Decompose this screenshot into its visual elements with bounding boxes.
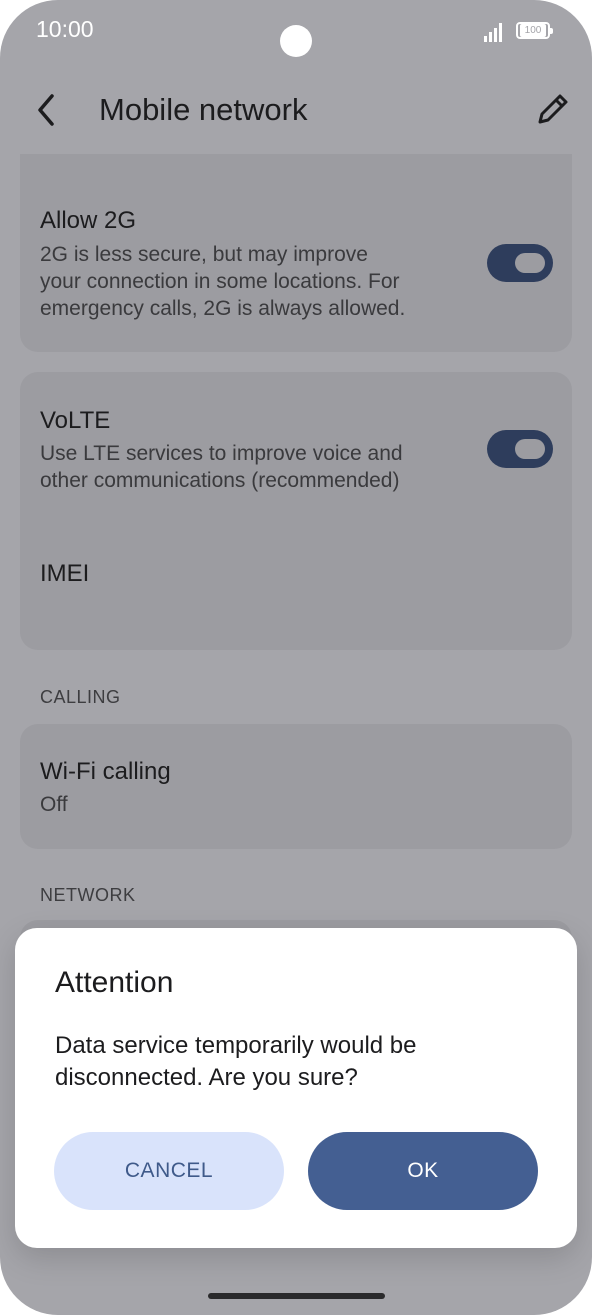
imei-item[interactable]: IMEI — [40, 559, 89, 589]
home-indicator[interactable] — [208, 1293, 385, 1299]
cancel-button[interactable]: CANCEL — [54, 1132, 284, 1210]
battery-level: 100 — [520, 24, 546, 37]
front-camera — [280, 25, 312, 57]
edit-pencil-icon[interactable] — [532, 90, 572, 130]
app-bar: Mobile network — [0, 70, 592, 150]
allow-2g-toggle[interactable] — [487, 244, 553, 282]
calling-section-header: CALLING — [40, 687, 121, 707]
status-time: 10:00 — [36, 16, 94, 42]
dialog-message-line: disconnected. Are you sure? — [55, 1064, 358, 1091]
dialog-message-line: Data service temporarily would be — [55, 1032, 417, 1059]
dialog-title: Attention — [55, 966, 174, 999]
attention-dialog: Attention Data service temporarily would… — [15, 928, 577, 1248]
volte-subtitle-line: other communications (recommended) — [40, 469, 400, 492]
signal-icon — [484, 23, 502, 42]
status-bar: 10:00 100 — [0, 0, 592, 64]
volte-title: VoLTE — [40, 407, 111, 434]
page-title: Mobile network — [99, 92, 308, 127]
volte-imei-card: VoLTE Use LTE services to improve voice … — [20, 372, 572, 650]
volte-toggle[interactable] — [487, 430, 553, 468]
toggle-knob — [515, 439, 545, 459]
wifi-calling-card[interactable]: Wi-Fi calling Off — [20, 724, 572, 849]
battery-icon: 100 — [516, 22, 553, 39]
volte-subtitle: Use LTE services to improve voice and ot… — [40, 440, 460, 494]
phone-screen: 10:00 100 Mobile network Allow 2G 2G is … — [0, 0, 592, 1315]
dialog-message: Data service temporarily would be discon… — [55, 1030, 535, 1094]
wifi-calling-title: Wi-Fi calling — [40, 758, 171, 785]
allow-2g-subtitle-line: 2G is less secure, but may improve — [40, 243, 368, 266]
allow-2g-subtitle-line: emergency calls, 2G is always allowed. — [40, 297, 406, 320]
allow-2g-title: Allow 2G — [40, 207, 137, 234]
wifi-calling-status: Off — [40, 793, 68, 816]
ok-button[interactable]: OK — [308, 1132, 538, 1210]
volte-subtitle-line: Use LTE services to improve voice and — [40, 442, 403, 465]
network-section-header: NETWORK — [40, 885, 136, 905]
toggle-knob — [515, 253, 545, 273]
allow-2g-card[interactable]: Allow 2G 2G is less secure, but may impr… — [20, 154, 572, 352]
back-arrow-icon[interactable] — [30, 90, 66, 130]
allow-2g-subtitle: 2G is less secure, but may improve your … — [40, 241, 460, 322]
allow-2g-subtitle-line: your connection in some locations. For — [40, 270, 400, 293]
